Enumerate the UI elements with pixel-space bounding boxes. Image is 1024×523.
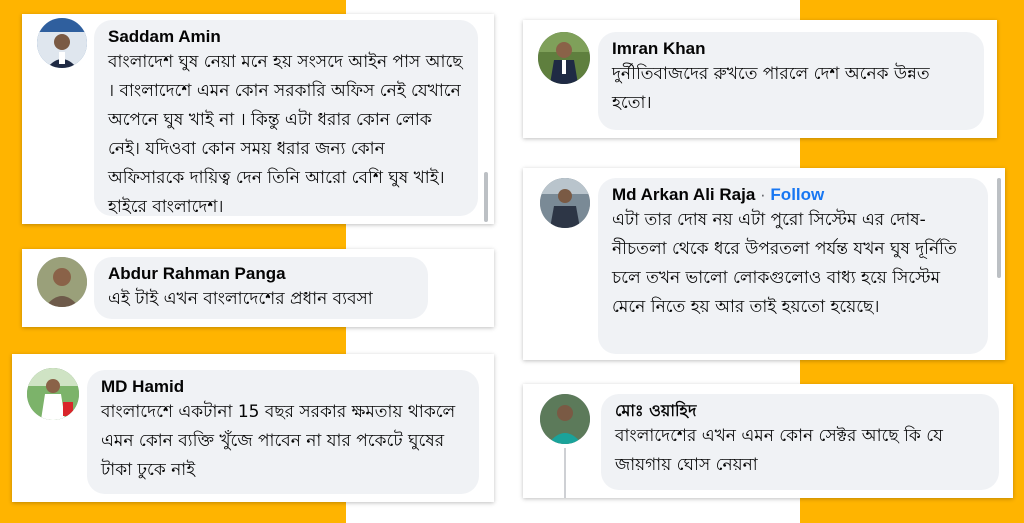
comment-text: এটা তার দোষ নয় এটা পুরো সিস্টেম এর দোষ-… <box>612 210 957 317</box>
profile-photo-icon <box>37 18 87 68</box>
comment-text: এই টাই এখন বাংলাদেশের প্রধান ব্যবসা <box>108 289 373 309</box>
profile-photo-icon <box>37 257 87 307</box>
comment-author[interactable]: মোঃ ওয়াহিদ <box>615 400 985 422</box>
comment-text: বাংলাদেশের এখন এমন কোন সেক্টর আছে কি যে … <box>615 426 943 475</box>
comment-card: Imran Khan দুর্নীতিবাজদের রুখতে পারলে দে… <box>523 20 997 138</box>
avatar[interactable] <box>37 257 87 307</box>
profile-photo-icon <box>540 394 590 444</box>
comment-card: Abdur Rahman Panga এই টাই এখন বাংলাদেশের… <box>22 249 494 327</box>
comment-card: MD Hamid বাংলাদেশে একটানা 15 বছর সরকার ক… <box>12 354 494 502</box>
comment-card: মোঃ ওয়াহিদ বাংলাদেশের এখন এমন কোন সেক্ট… <box>523 384 1013 498</box>
comment-text: বাংলাদেশ ঘুষ নেয়া মনে হয় সংসদে আইন পাস… <box>108 52 463 217</box>
avatar[interactable] <box>37 18 87 68</box>
comment-bubble: মোঃ ওয়াহিদ বাংলাদেশের এখন এমন কোন সেক্ট… <box>601 394 999 490</box>
profile-photo-icon <box>540 178 590 228</box>
reply-thread-line <box>564 448 566 498</box>
follow-button[interactable]: Follow <box>770 185 824 204</box>
scrollbar[interactable] <box>997 178 1001 278</box>
profile-photo-icon <box>27 368 79 420</box>
comment-author[interactable]: Md Arkan Ali Raja <box>612 185 755 204</box>
comment-bubble: Saddam Amin বাংলাদেশ ঘুষ নেয়া মনে হয় স… <box>94 20 478 217</box>
comment-author[interactable]: Imran Khan <box>612 38 970 60</box>
comment-bubble: MD Hamid বাংলাদেশে একটানা 15 বছর সরকার ক… <box>87 370 479 494</box>
comment-card: Md Arkan Ali Raja · Follow এটা তার দোষ ন… <box>523 168 1005 360</box>
avatar[interactable] <box>27 368 79 420</box>
profile-photo-icon <box>538 32 590 84</box>
comment-text: বাংলাদেশে একটানা 15 বছর সরকার ক্ষমতায় থ… <box>101 402 456 480</box>
avatar[interactable] <box>538 32 590 84</box>
comment-bubble: Imran Khan দুর্নীতিবাজদের রুখতে পারলে দে… <box>598 32 984 130</box>
comment-author-row: Md Arkan Ali Raja · Follow <box>612 184 974 206</box>
separator-dot: · <box>760 185 766 204</box>
comment-text: দুর্নীতিবাজদের রুখতে পারলে দেশ অনেক উন্ন… <box>612 64 930 113</box>
avatar[interactable] <box>540 394 590 444</box>
comment-bubble: Md Arkan Ali Raja · Follow এটা তার দোষ ন… <box>598 178 988 354</box>
scrollbar[interactable] <box>484 172 488 222</box>
avatar[interactable] <box>540 178 590 228</box>
comment-card: Saddam Amin বাংলাদেশ ঘুষ নেয়া মনে হয় স… <box>22 14 494 224</box>
comment-bubble: Abdur Rahman Panga এই টাই এখন বাংলাদেশের… <box>94 257 428 319</box>
comment-author[interactable]: Abdur Rahman Panga <box>108 263 414 285</box>
comment-author[interactable]: Saddam Amin <box>108 26 464 48</box>
comment-author[interactable]: MD Hamid <box>101 376 465 398</box>
